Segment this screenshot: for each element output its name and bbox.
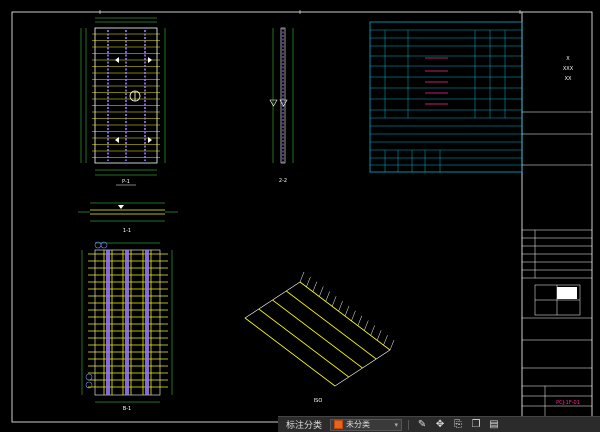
iso-tick <box>344 305 350 317</box>
iso-rebar <box>258 308 349 378</box>
iso-tick <box>299 271 305 283</box>
plan-view-title: P-1 <box>122 179 130 185</box>
plan-strands <box>107 30 146 161</box>
iso-tick <box>306 276 311 287</box>
isometric-title: ISO <box>314 398 323 404</box>
isometric-view: ISO <box>244 271 395 404</box>
annotation-category-dropdown[interactable]: 未分类 ▾ <box>330 418 403 431</box>
lifting-point-marks <box>115 57 152 143</box>
iso-tick <box>389 339 395 351</box>
toolbar-separator <box>408 419 410 430</box>
iso-tick <box>312 281 318 292</box>
iso-tick <box>383 335 388 346</box>
small-elevation-view: 1-1 <box>78 202 178 234</box>
drawing-name: PCJ-1F-01 <box>556 400 580 406</box>
title-block: X XXX XX PCJ-1F-01 <box>522 56 592 422</box>
share-icon[interactable]: ⎘ <box>451 419 465 431</box>
chevron-down-icon: ▾ <box>394 420 399 429</box>
iso-rebar <box>244 317 336 387</box>
iso-rebar <box>286 290 377 360</box>
edit-icon[interactable]: ✎ <box>415 419 429 431</box>
plan-view: P-1 <box>80 17 166 186</box>
title-block-line-1: X <box>566 56 570 62</box>
elevation-title: 1-1 <box>123 228 131 234</box>
title-block-line-3: XX <box>565 76 572 82</box>
iso-tick <box>376 330 382 341</box>
iso-tick <box>370 325 375 336</box>
copy-icon[interactable]: ❐ <box>469 419 483 431</box>
iso-tick <box>351 310 356 321</box>
iso-tick <box>325 291 330 302</box>
category-color-swatch <box>334 420 344 429</box>
iso-tick <box>338 301 343 312</box>
iso-tick <box>331 296 337 307</box>
iso-tick <box>319 286 324 297</box>
cad-drawing-canvas[interactable]: P-1 2-2 1-1 B-1 ISO X XXX XX PCJ-1F-01 <box>0 0 600 432</box>
iso-tick <box>357 315 363 326</box>
annotation-category-label: 标注分类 <box>286 421 323 431</box>
rebar-schedule-table <box>369 21 523 173</box>
side-section-view: 2-2 <box>269 27 294 184</box>
rebar-plan-title: B-1 <box>123 406 131 412</box>
annotation-toolbar: 标注分类 未分类 ▾ ✎ ✥ ⎘ ❐ ▤ <box>278 416 600 432</box>
move-icon[interactable]: ✥ <box>433 419 447 431</box>
iso-tick <box>364 320 369 331</box>
side-section-title: 2-2 <box>279 178 287 184</box>
category-dropdown-value: 未分类 <box>346 420 371 429</box>
title-block-line-2: XXX <box>563 66 574 72</box>
rebar-plan-view: B-1 <box>81 241 173 412</box>
paste-icon[interactable]: ▤ <box>487 419 501 431</box>
plan-dimensions <box>80 17 166 176</box>
iso-rebar <box>272 299 363 369</box>
